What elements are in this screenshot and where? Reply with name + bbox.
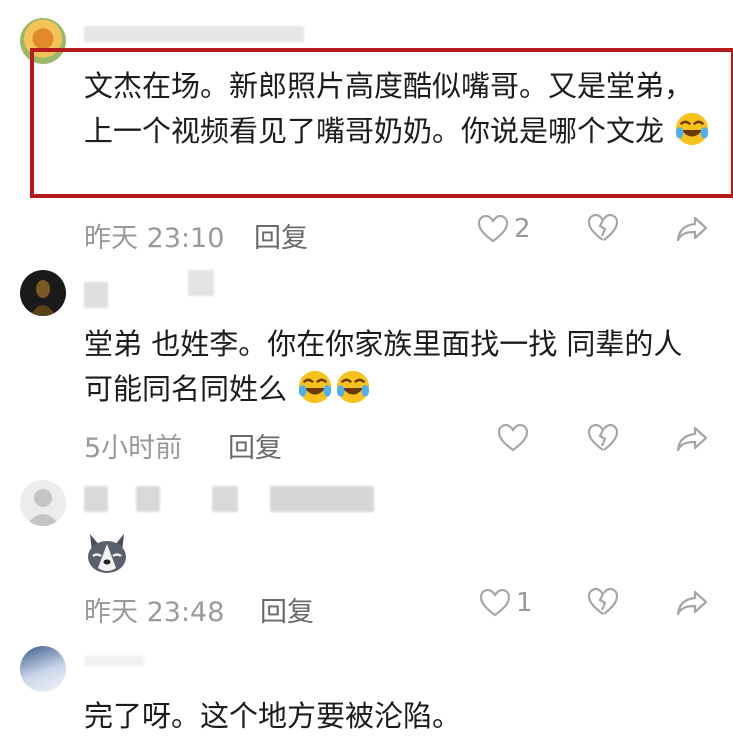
username-blurred: [84, 26, 304, 42]
broken-heart-icon: [588, 424, 618, 451]
username-blurred: [212, 486, 238, 512]
dislike-button[interactable]: [588, 424, 618, 452]
username-blurred: [84, 486, 108, 512]
username-blurred: [136, 486, 160, 512]
avatar-default[interactable]: [20, 480, 66, 526]
comment-text-content: 完了呀。这个地方要被沦陷。: [84, 699, 462, 733]
like-button[interactable]: 2: [478, 214, 531, 244]
share-arrow-icon: [676, 590, 708, 616]
avatar[interactable]: [20, 646, 66, 692]
like-count: 1: [516, 588, 533, 618]
laugh-cry-emoji: [299, 370, 332, 404]
reply-button[interactable]: 回复: [260, 590, 314, 629]
husky-emoji: [88, 534, 126, 573]
comment-text: 完了呀。这个地方要被沦陷。: [84, 694, 714, 739]
reply-button[interactable]: 回复: [228, 426, 282, 465]
username-blurred: [270, 486, 374, 512]
share-button[interactable]: [676, 426, 708, 452]
comment-time: 昨天 23:48: [84, 597, 225, 628]
share-button[interactable]: [676, 590, 708, 616]
share-button[interactable]: [676, 216, 708, 242]
comment-time: 5小时前: [84, 433, 183, 464]
comment-time: 昨天 23:10: [84, 223, 225, 254]
like-heart-icon: [478, 215, 508, 243]
comment-text: 堂弟 也姓李。你在你家族里面找一找 同辈的人可能同名同姓么: [84, 322, 704, 412]
broken-heart-icon: [588, 214, 618, 241]
like-heart-icon: [498, 424, 528, 452]
avatar[interactable]: [20, 270, 66, 316]
like-button[interactable]: [498, 424, 528, 452]
username-blurred: [84, 656, 144, 666]
laugh-cry-emoji: [337, 370, 370, 404]
share-arrow-icon: [676, 216, 708, 242]
username-blurred: [84, 282, 108, 308]
share-arrow-icon: [676, 426, 708, 452]
username-blurred: [188, 270, 214, 296]
like-count: 2: [514, 214, 531, 244]
avatar-figure: [30, 280, 56, 316]
like-button[interactable]: 1: [480, 588, 533, 618]
highlight-box: [30, 48, 733, 198]
like-heart-icon: [480, 589, 510, 617]
reply-button[interactable]: 回复: [254, 216, 308, 255]
dislike-button[interactable]: [588, 588, 618, 616]
comment-text-content: 堂弟 也姓李。你在你家族里面找一找 同辈的人可能同名同姓么: [84, 327, 683, 406]
default-user-icon: [26, 489, 60, 526]
dislike-button[interactable]: [588, 214, 618, 242]
broken-heart-icon: [588, 588, 618, 615]
